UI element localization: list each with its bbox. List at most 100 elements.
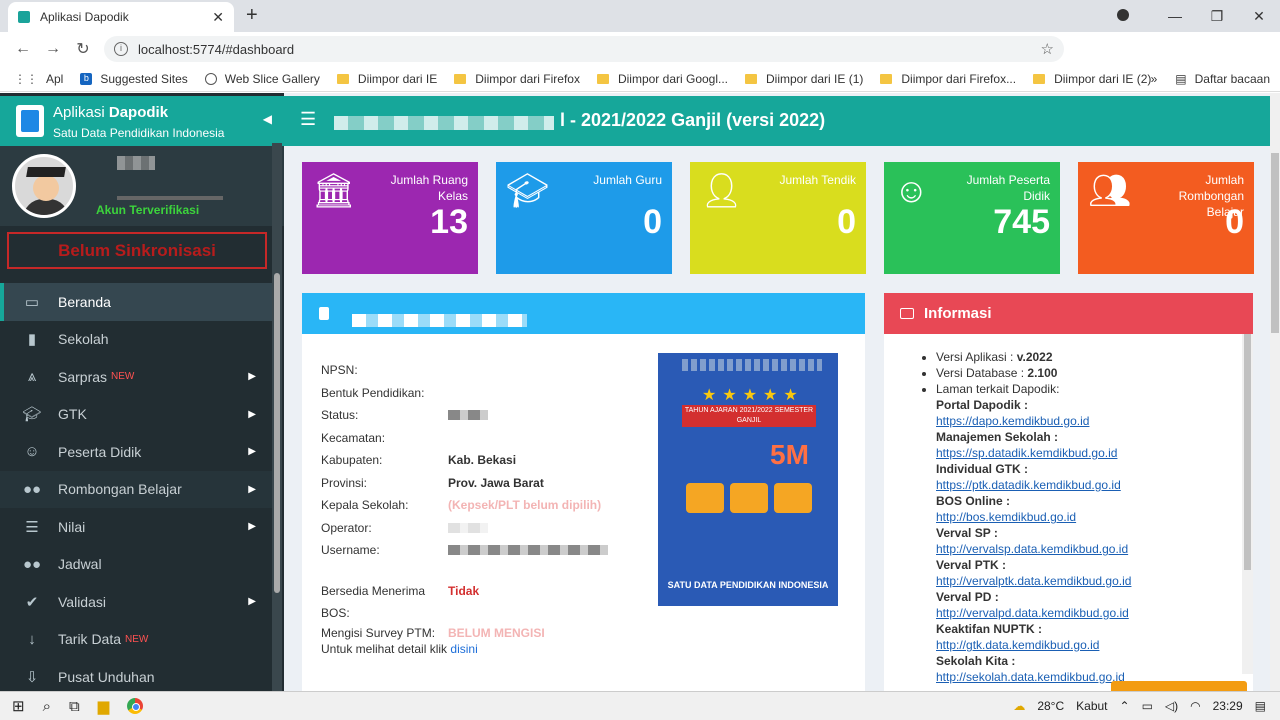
- check-icon: ✔: [25, 593, 39, 611]
- volume-icon[interactable]: ◁): [1165, 699, 1178, 713]
- link-verval-pd[interactable]: http://vervalpd.data.kemdikbud.go.id: [936, 605, 1240, 621]
- battery-icon[interactable]: ▭: [1142, 699, 1153, 713]
- bookmark-folder[interactable]: Diimpor dari IE: [336, 72, 437, 86]
- related-links: Portal Dapodik : https://dapo.kemdikbud.g…: [936, 397, 1240, 685]
- bookmark-star-icon[interactable]: ☆: [1041, 40, 1054, 58]
- task-view-icon[interactable]: ⧉: [69, 698, 80, 715]
- bookmark-folder[interactable]: Diimpor dari Firefox: [454, 72, 580, 86]
- link-keaktifan-nuptk[interactable]: http://gtk.data.kemdikbud.go.id: [936, 637, 1240, 653]
- link-verval-sp[interactable]: http://vervalsp.data.kemdikbud.go.id: [936, 541, 1240, 557]
- database-item: Versi Database : 2.100: [936, 365, 1240, 381]
- more-bookmarks-button[interactable]: »: [1151, 72, 1158, 86]
- file-explorer-icon[interactable]: ▆: [98, 697, 110, 715]
- institution-icon: 🏛︎: [312, 172, 356, 210]
- new-tab-button[interactable]: +: [246, 4, 258, 27]
- site-info-icon[interactable]: i: [114, 42, 128, 56]
- bookmark-apps[interactable]: ⋮⋮ Apl: [14, 72, 63, 86]
- tab-title: Aplikasi Dapodik: [40, 10, 129, 24]
- back-button[interactable]: ←: [8, 40, 38, 58]
- link-portal-dapodik[interactable]: https://dapo.kemdikbud.go.id: [936, 413, 1240, 429]
- document-icon: [900, 308, 914, 319]
- sidebar-item-peserta-didik[interactable]: ☺ Peserta Didik ▶: [0, 433, 272, 471]
- info-scrollbar[interactable]: [1242, 334, 1253, 674]
- link-verval-ptk[interactable]: http://vervalptk.data.kemdikbud.go.id: [936, 573, 1240, 589]
- windows-start-icon[interactable]: ⊞: [12, 697, 25, 715]
- building-icon: [319, 307, 329, 320]
- graduation-cap-icon: 🎓︎: [506, 172, 550, 210]
- verified-status: Akun Terverifikasi: [96, 203, 200, 217]
- sidebar-item-sekolah[interactable]: ▮ Sekolah: [0, 321, 272, 359]
- temperature: 28°C: [1037, 699, 1065, 713]
- profile-icon[interactable]: [1112, 8, 1154, 24]
- forward-button[interactable]: →: [38, 40, 68, 58]
- show-hidden-icons[interactable]: ⌃: [1120, 699, 1130, 713]
- hamburger-menu-icon[interactable]: ☰: [300, 109, 316, 130]
- maximize-button[interactable]: ❐: [1196, 8, 1238, 25]
- sidebar-item-beranda[interactable]: ▭ Beranda: [0, 283, 272, 321]
- sync-status-button[interactable]: Belum Sinkronisasi: [7, 232, 267, 269]
- omnibox[interactable]: i localhost:5774/#dashboard ☆: [104, 36, 1064, 62]
- smile-icon: ☺: [24, 443, 40, 461]
- bookmark-folder[interactable]: Diimpor dari IE (2): [1033, 72, 1151, 86]
- collapse-sidebar-icon[interactable]: ◀: [263, 112, 272, 126]
- chrome-icon[interactable]: [127, 698, 144, 714]
- sidebar-item-gtk[interactable]: 🎓︎ GTK ▶: [0, 396, 272, 434]
- clock[interactable]: 23:29: [1213, 699, 1243, 713]
- sidebar-item-sarpras[interactable]: ⩓ Sarpras NEW ▶: [0, 358, 272, 396]
- stat-tendik[interactable]: 👤︎ Jumlah Tendik 0: [690, 162, 866, 274]
- dapodik-app: Aplikasi Dapodik Satu Data Pendidikan In…: [0, 93, 1280, 691]
- minimize-button[interactable]: —: [1154, 8, 1196, 24]
- favicon-icon: [18, 11, 30, 23]
- bookmark-item[interactable]: Web Slice Gallery: [204, 72, 320, 86]
- graduation-cap-icon: 🎓︎: [22, 406, 42, 424]
- chevron-right-icon: ▶: [248, 446, 256, 458]
- avatar: [12, 154, 76, 218]
- users-icon: ●●: [22, 480, 42, 498]
- reload-button[interactable]: ↻: [68, 39, 98, 59]
- school-fields: NPSN: Bentuk Pendidikan: Status: Kecamat…: [321, 359, 608, 657]
- stat-peserta-didik[interactable]: ☺ Jumlah Peserta Didik 745: [884, 162, 1060, 274]
- detail-link[interactable]: disini: [450, 641, 477, 657]
- user-panel: Akun Terverifikasi: [0, 146, 284, 226]
- reading-list-button[interactable]: Daftar bacaan: [1195, 72, 1270, 86]
- link-manajemen-sekolah[interactable]: https://sp.datadik.kemdikbud.go.id: [936, 445, 1240, 461]
- sidebar-scrollbar[interactable]: [272, 143, 282, 691]
- users-icon: ●●: [22, 555, 42, 573]
- user-name-redacted: [117, 156, 155, 170]
- close-tab-icon[interactable]: ✕: [212, 9, 224, 26]
- stat-rombongan-belajar[interactable]: 👥︎ Jumlah Rombongan Belajar 0: [1078, 162, 1254, 274]
- bookmark-folder[interactable]: Diimpor dari Firefox...: [880, 72, 1016, 86]
- download-icon: ⇩: [25, 668, 39, 686]
- school-panel-header: [302, 293, 865, 334]
- link-individual-gtk[interactable]: https://ptk.datadik.kemdikbud.go.id: [936, 477, 1240, 493]
- poster-illustrations: [686, 483, 812, 513]
- bookmark-item[interactable]: b Suggested Sites: [80, 72, 188, 86]
- sidebar-item-nilai[interactable]: ☰ Nilai ▶: [0, 508, 272, 546]
- sidebar-item-rombongan-belajar[interactable]: ●● Rombongan Belajar ▶: [0, 470, 272, 508]
- link-bos-online[interactable]: http://bos.kemdikbud.go.id: [936, 509, 1240, 525]
- folder-icon: [745, 73, 758, 84]
- close-window-button[interactable]: ✕: [1238, 8, 1280, 25]
- monitor-icon: ▭: [24, 293, 40, 311]
- search-icon[interactable]: ⌕: [43, 698, 51, 715]
- stat-ruang-kelas[interactable]: 🏛︎ Jumlah Ruang Kelas 13: [302, 162, 478, 274]
- poster-5m: 5M: [770, 439, 809, 470]
- operator-redacted: [448, 522, 488, 533]
- sidebar: Aplikasi Dapodik Satu Data Pendidikan In…: [0, 93, 284, 691]
- sidebar-item-validasi[interactable]: ✔ Validasi ▶: [0, 583, 272, 621]
- url-text[interactable]: localhost:5774/#dashboard: [138, 42, 1041, 57]
- sidebar-item-jadwal[interactable]: ●● Jadwal: [0, 546, 272, 584]
- browser-tab[interactable]: Aplikasi Dapodik ✕: [8, 2, 234, 32]
- notification-icon[interactable]: ▤: [1255, 699, 1266, 713]
- bookmarks-right: » ▤ Daftar bacaan: [1151, 66, 1270, 92]
- chevron-right-icon: ▶: [248, 483, 256, 495]
- stat-guru[interactable]: 🎓︎ Jumlah Guru 0: [496, 162, 672, 274]
- chat-button[interactable]: [1111, 681, 1247, 691]
- school-name-redacted: [352, 314, 527, 327]
- sidebar-item-tarik-data[interactable]: ↓ Tarik Data NEW: [0, 621, 272, 659]
- sidebar-item-pusat-unduhan[interactable]: ⇩ Pusat Unduhan: [0, 658, 272, 691]
- page-scrollbar[interactable]: [1270, 93, 1280, 691]
- bookmark-folder[interactable]: Diimpor dari Googl...: [596, 72, 728, 86]
- bookmark-folder[interactable]: Diimpor dari IE (1): [745, 72, 863, 86]
- wifi-icon[interactable]: ◠: [1190, 699, 1200, 713]
